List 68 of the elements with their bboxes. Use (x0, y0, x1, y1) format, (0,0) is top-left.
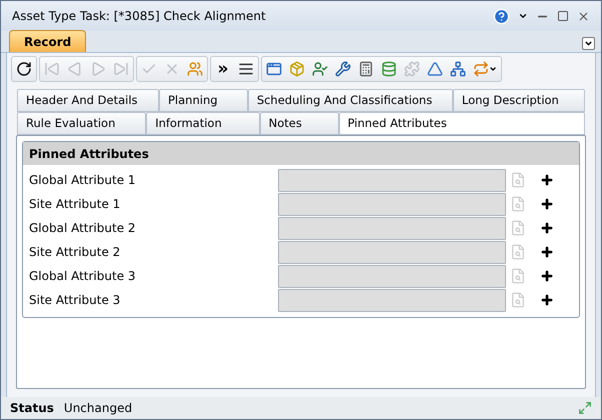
people-icon (187, 61, 203, 77)
add-icon[interactable] (540, 173, 554, 187)
form-tab[interactable]: Pinned Attributes (338, 112, 585, 135)
attribute-field[interactable] (278, 240, 506, 264)
record-tab[interactable]: Record (9, 30, 86, 52)
sync-button[interactable] (472, 59, 498, 79)
maximize-icon[interactable] (557, 10, 569, 22)
database-icon (381, 61, 397, 77)
lookup-icon[interactable] (510, 172, 526, 188)
form-tab[interactable]: Scheduling And Classifications (248, 89, 453, 112)
add-icon[interactable] (540, 293, 554, 307)
package-button[interactable] (288, 59, 306, 79)
attribute-label: Global Attribute 2 (29, 220, 137, 237)
lookup-icon[interactable] (510, 268, 526, 284)
attribute-field[interactable] (278, 288, 506, 312)
wrench-button[interactable] (334, 59, 352, 79)
first-record-icon (44, 61, 60, 77)
puzzle-icon (404, 61, 420, 77)
attribute-label: Site Attribute 1 (29, 196, 122, 213)
form-tab[interactable]: Header And Details (17, 89, 159, 112)
form-tab[interactable]: Long Description (452, 89, 586, 112)
lookup-icon[interactable] (510, 292, 526, 308)
form-tab[interactable]: Rule Evaluation (17, 112, 146, 135)
wrench-icon (335, 61, 351, 77)
attribute-field[interactable] (278, 192, 506, 216)
lookup-icon[interactable] (510, 220, 526, 236)
attribute-label: Site Attribute 3 (29, 292, 122, 309)
caret-icon[interactable] (518, 11, 528, 21)
form-tab[interactable]: Notes (260, 112, 339, 135)
caret-icon (584, 39, 593, 48)
database-button[interactable] (380, 59, 398, 79)
caret-icon (489, 65, 497, 73)
help-icon[interactable] (493, 8, 510, 24)
section-title: Pinned Attributes (29, 146, 149, 162)
attribute-field[interactable] (278, 216, 506, 240)
form-tab[interactable]: Information (146, 112, 260, 135)
hierarchy-button[interactable] (449, 59, 467, 79)
last-record-icon (113, 61, 129, 77)
calculator-icon (358, 61, 374, 77)
next-record-icon (90, 61, 106, 77)
add-icon[interactable] (540, 197, 554, 211)
hierarchy-icon (450, 61, 466, 77)
lookup-icon[interactable] (510, 244, 526, 260)
lookup-icon[interactable] (510, 196, 526, 212)
attribute-label: Global Attribute 3 (29, 268, 137, 285)
window-icon (266, 61, 282, 77)
add-icon[interactable] (540, 245, 554, 259)
package-icon (289, 61, 305, 77)
attribute-field[interactable] (278, 264, 506, 288)
list-icon (238, 61, 254, 77)
more-button[interactable]: » (214, 60, 232, 78)
close-icon[interactable] (577, 10, 590, 22)
add-icon[interactable] (540, 269, 554, 283)
form-tab[interactable]: Planning (159, 89, 248, 112)
add-icon[interactable] (540, 221, 554, 235)
sync-icon (473, 61, 489, 77)
calculator-button[interactable] (357, 59, 375, 79)
attribute-field[interactable] (278, 168, 506, 192)
triangle-icon (427, 61, 443, 77)
refresh-icon (16, 61, 32, 77)
previous-record-icon (67, 61, 83, 77)
attribute-label: Global Attribute 1 (29, 172, 137, 189)
menu-dropdown-button[interactable] (582, 37, 595, 50)
window-title: Asset Type Task: [*3085] Check Alignment (12, 8, 266, 25)
resize-icon[interactable] (578, 401, 592, 415)
status-label: Status (10, 400, 54, 417)
status-value: Unchanged (64, 400, 132, 417)
attribute-label: Site Attribute 2 (29, 244, 122, 261)
